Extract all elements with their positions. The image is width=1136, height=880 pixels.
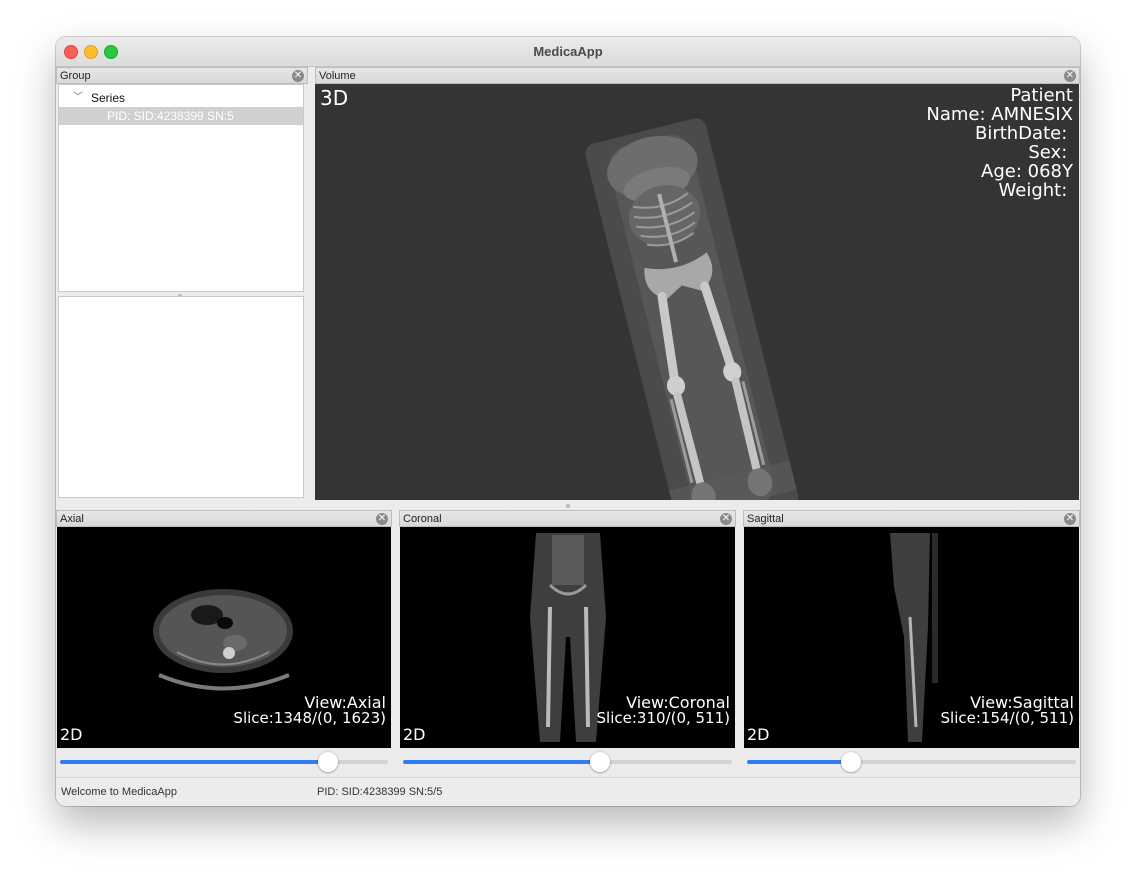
group-panel-header: Group ✕ bbox=[56, 67, 308, 84]
axial-view[interactable]: View:Axial Slice:1348/(0, 1623) 2D bbox=[57, 527, 391, 748]
coronal-panel: Coronal ✕ View:Coronal Slice:310/(0, 511… bbox=[399, 510, 736, 777]
close-icon[interactable]: ✕ bbox=[1064, 70, 1076, 82]
sagittal-slice-slider[interactable] bbox=[743, 748, 1080, 777]
coronal-panel-header: Coronal ✕ bbox=[399, 510, 736, 527]
render-mode-label: 3D bbox=[320, 86, 349, 110]
status-bar: Welcome to MedicaApp PID: SID:4238399 SN… bbox=[56, 777, 1080, 806]
slider-fill bbox=[60, 760, 329, 764]
sagittal-panel: Sagittal ✕ View:Sagittal Slice:154/(0, 5… bbox=[743, 510, 1080, 777]
patient-age: Age: 068Y bbox=[981, 161, 1073, 182]
sagittal-view[interactable]: View:Sagittal Slice:154/(0, 511) 2D bbox=[744, 527, 1079, 748]
axial-slice-slider[interactable] bbox=[56, 748, 392, 777]
sagittal-mode-label: 2D bbox=[747, 725, 770, 744]
tree-item-label: PID: SID:4238399 SN:5 bbox=[107, 109, 234, 123]
slider-thumb[interactable] bbox=[589, 752, 610, 772]
patient-name: Name: AMNESIX bbox=[926, 104, 1073, 125]
sagittal-panel-title: Sagittal bbox=[747, 513, 784, 525]
group-panel: Group ✕ ﹀ Series PID: SID:4238399 SN:5 bbox=[56, 67, 308, 501]
group-detail-area bbox=[58, 296, 304, 498]
coronal-view[interactable]: View:Coronal Slice:310/(0, 511) 2D bbox=[400, 527, 735, 748]
group-panel-title: Group bbox=[60, 70, 91, 82]
title-bar: MedicaApp bbox=[56, 37, 1080, 67]
tree-item-selected-series[interactable]: PID: SID:4238399 SN:5 bbox=[59, 107, 303, 125]
close-icon[interactable]: ✕ bbox=[376, 513, 388, 525]
coronal-slice-label: Slice:310/(0, 511) bbox=[596, 709, 730, 727]
slider-thumb[interactable] bbox=[840, 752, 861, 772]
coronal-mode-label: 2D bbox=[403, 725, 426, 744]
splitter-handle[interactable] bbox=[566, 504, 570, 508]
volume-panel-header: Volume ✕ bbox=[315, 67, 1080, 84]
tree-item-series[interactable]: ﹀ Series bbox=[59, 89, 303, 107]
slider-fill bbox=[747, 760, 851, 764]
volume-panel: Volume ✕ 3D Patient Name: AMNESIX BirthD… bbox=[315, 67, 1080, 501]
axial-mode-label: 2D bbox=[60, 725, 83, 744]
status-message: Welcome to MedicaApp bbox=[61, 786, 177, 798]
status-series-info: PID: SID:4238399 SN:5/5 bbox=[317, 786, 443, 798]
patient-birthdate: BirthDate: bbox=[974, 123, 1073, 144]
coronal-panel-title: Coronal bbox=[403, 513, 442, 525]
window-title: MedicaApp bbox=[533, 44, 603, 59]
chevron-down-icon[interactable]: ﹀ bbox=[73, 89, 83, 107]
axial-slice-label: Slice:1348/(0, 1623) bbox=[233, 709, 386, 727]
sagittal-panel-header: Sagittal ✕ bbox=[743, 510, 1080, 527]
series-tree[interactable]: ﹀ Series PID: SID:4238399 SN:5 bbox=[58, 84, 304, 292]
close-icon[interactable]: ✕ bbox=[720, 513, 732, 525]
axial-panel: Axial ✕ View:Axial Slice:1348/(0, 1623) … bbox=[56, 510, 392, 777]
main-window: MedicaApp Group ✕ ﹀ Series PID: SID:4238… bbox=[56, 37, 1080, 806]
close-icon[interactable]: ✕ bbox=[292, 70, 304, 82]
sagittal-slice-label: Slice:154/(0, 511) bbox=[940, 709, 1074, 727]
coronal-slice-slider[interactable] bbox=[399, 748, 736, 777]
volume-render-view[interactable]: 3D Patient Name: AMNESIX BirthDate: Sex:… bbox=[315, 84, 1079, 500]
patient-sex: Sex: bbox=[1028, 142, 1073, 163]
tree-item-label: Series bbox=[91, 91, 126, 105]
close-icon[interactable]: ✕ bbox=[1064, 513, 1076, 525]
patient-weight: Weight: bbox=[998, 180, 1073, 201]
patient-info-overlay: Patient Name: AMNESIX BirthDate: Sex: Ag… bbox=[926, 86, 1073, 200]
slider-fill bbox=[403, 760, 600, 764]
axial-panel-header: Axial ✕ bbox=[56, 510, 392, 527]
axial-panel-title: Axial bbox=[60, 513, 84, 525]
volume-panel-title: Volume bbox=[319, 70, 356, 82]
slider-thumb[interactable] bbox=[318, 752, 339, 772]
patient-heading: Patient bbox=[1010, 85, 1073, 106]
